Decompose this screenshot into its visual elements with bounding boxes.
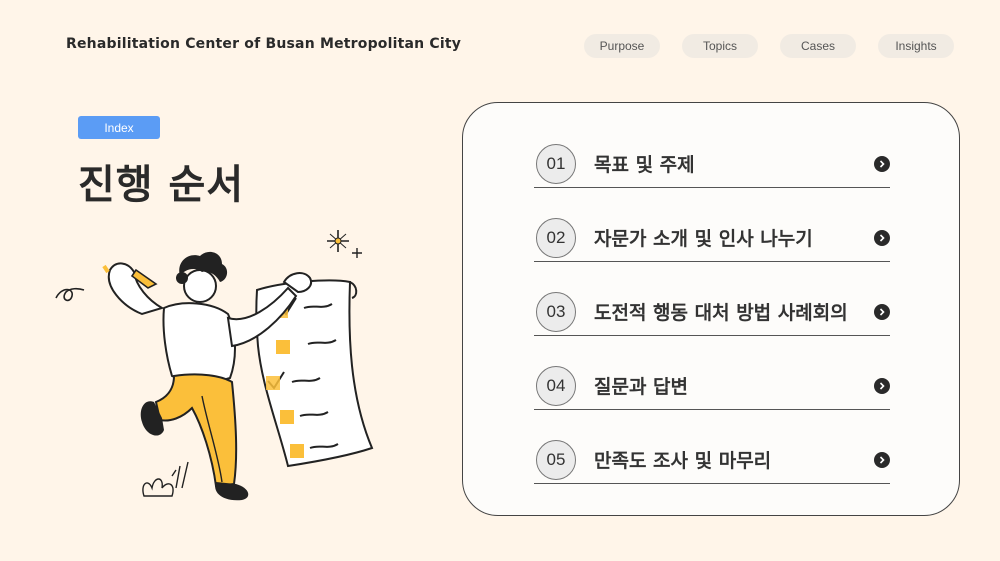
chevron-right-circle-icon[interactable]	[874, 377, 890, 394]
agenda-item-02[interactable]: 02 자문가 소개 및 인사 나누기	[534, 214, 890, 262]
chevron-right-circle-icon[interactable]	[874, 451, 890, 468]
nav-purpose[interactable]: Purpose	[584, 34, 660, 58]
agenda-number: 04	[536, 365, 576, 406]
agenda-label: 목표 및 주제	[594, 154, 695, 176]
agenda-number: 05	[536, 439, 576, 480]
section-badge: Index	[78, 116, 160, 139]
agenda-label: 질문과 답변	[594, 376, 689, 398]
agenda-item-04[interactable]: 04 질문과 답변	[534, 362, 890, 410]
agenda-label: 도전적 행동 대처 방법 사례회의	[594, 302, 848, 324]
nav-topics[interactable]: Topics	[682, 34, 758, 58]
agenda-number: 01	[536, 143, 576, 184]
agenda-number: 02	[536, 217, 576, 258]
person-with-checklist-illustration	[55, 230, 374, 501]
page-title: 진행 순서	[78, 162, 245, 208]
agenda-label: 자문가 소개 및 인사 나누기	[594, 228, 813, 250]
agenda-number: 03	[536, 291, 576, 332]
nav-cases[interactable]: Cases	[780, 34, 856, 58]
top-nav: Purpose Topics Cases Insights	[584, 34, 954, 58]
agenda-list: 01 목표 및 주제 02 자문가 소개 및 인사 나누기 03 도전적 행동 …	[534, 140, 890, 510]
chevron-right-circle-icon[interactable]	[874, 303, 890, 320]
nav-insights[interactable]: Insights	[878, 34, 954, 58]
agenda-item-05[interactable]: 05 만족도 조사 및 마무리	[534, 436, 890, 484]
agenda-item-03[interactable]: 03 도전적 행동 대처 방법 사례회의	[534, 288, 890, 336]
org-title: Rehabilitation Center of Busan Metropoli…	[66, 36, 462, 52]
chevron-right-circle-icon[interactable]	[874, 155, 890, 172]
agenda-item-01[interactable]: 01 목표 및 주제	[534, 140, 890, 188]
chevron-right-circle-icon[interactable]	[874, 229, 890, 246]
agenda-label: 만족도 조사 및 마무리	[594, 450, 772, 472]
